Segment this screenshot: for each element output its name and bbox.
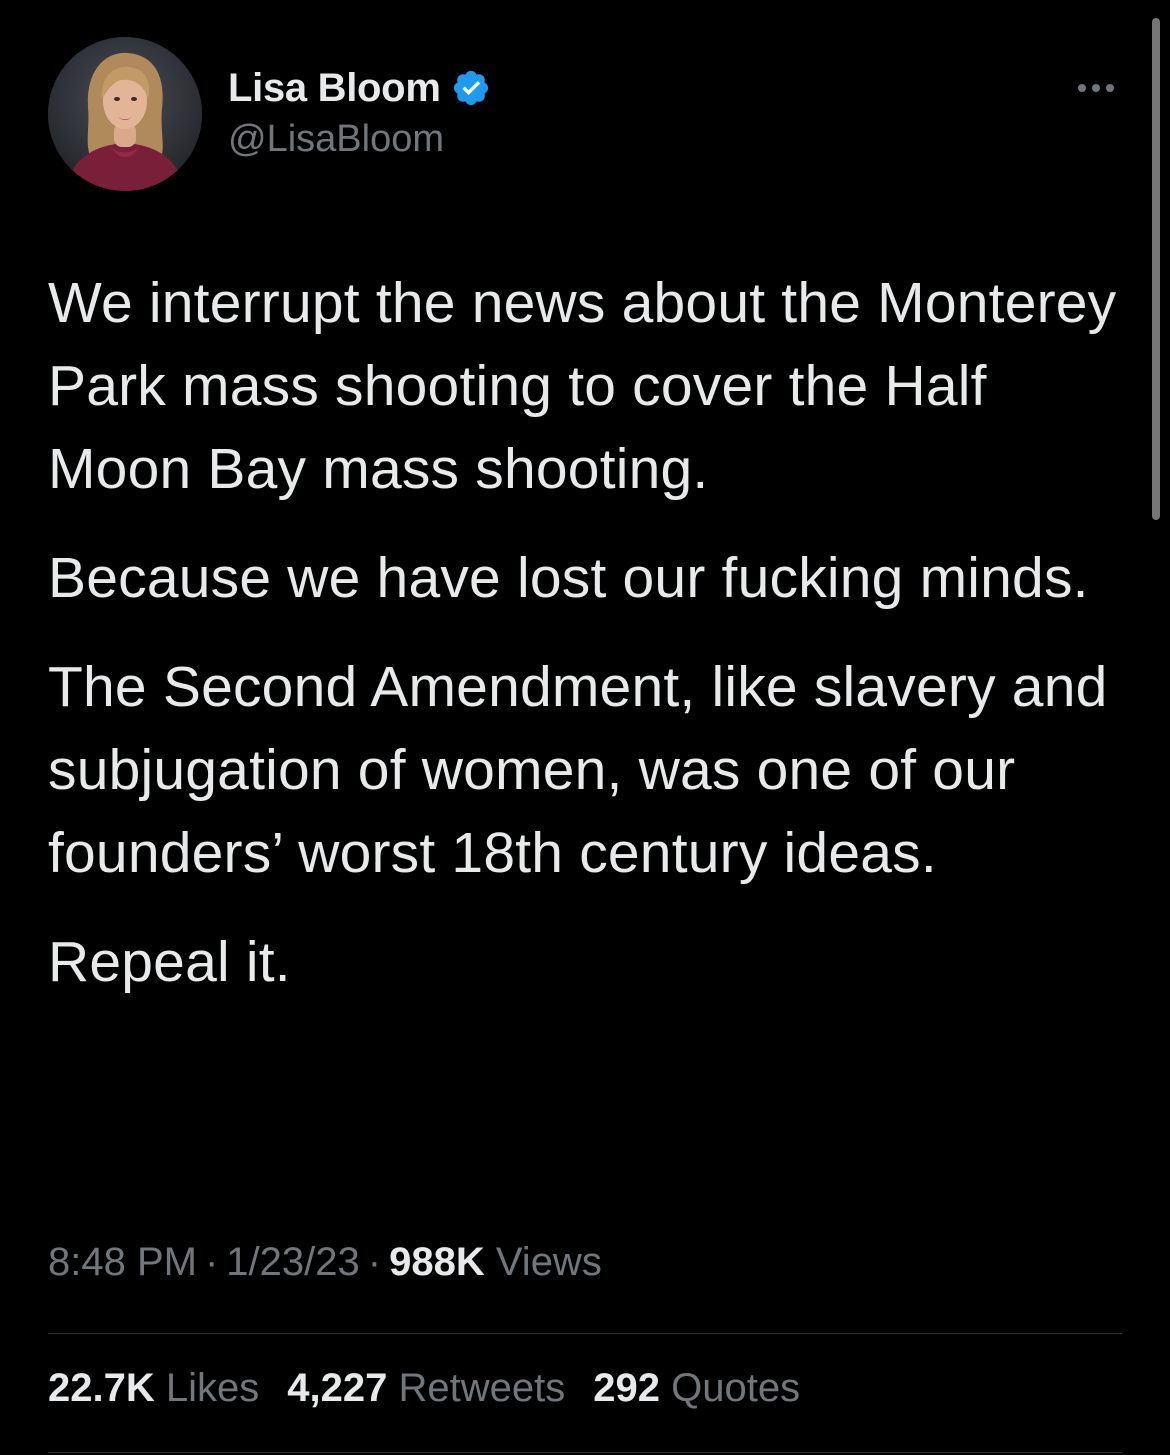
avatar-image [48,37,202,191]
meta-separator: · [367,1240,382,1284]
more-dot [1106,84,1114,92]
likes-stat[interactable]: 22.7K Likes [48,1366,259,1411]
more-dot [1092,84,1100,92]
author-handle[interactable]: @LisaBloom [228,118,444,161]
tweet-paragraph: We interrupt the news about the Monterey… [48,271,1117,501]
retweets-stat[interactable]: 4,227 Retweets [287,1366,565,1411]
tweet-paragraph: Repeal it. [48,930,291,994]
divider [48,1452,1122,1453]
quotes-label: Quotes [671,1366,801,1410]
divider [48,1333,1122,1334]
views-label: Views [495,1240,602,1284]
meta-separator: · [204,1240,219,1284]
more-options-icon[interactable] [1068,70,1124,106]
tweet-paragraph: The Second Amendment, like slavery and s… [48,655,1108,885]
likes-label: Likes [165,1366,260,1410]
tweet-stats: 22.7K Likes 4,227 Retweets 292 Quotes [48,1366,800,1411]
more-dot [1078,84,1086,92]
likes-count: 22.7K [48,1366,155,1410]
retweets-label: Retweets [398,1366,566,1410]
tweet-meta: 8:48 PM · 1/23/23 · 988K Views [48,1240,602,1285]
views-count: 988K [389,1240,485,1284]
tweet-text: We interrupt the news about the Monterey… [48,262,1138,1030]
quotes-count: 292 [593,1366,660,1410]
author-name-row: Lisa Bloom [228,62,491,114]
tweet-time[interactable]: 8:48 PM [48,1240,197,1284]
tweet-paragraph: Because we have lost our fucking minds. [48,546,1089,610]
author-display-name[interactable]: Lisa Bloom [228,66,441,111]
scrollbar[interactable] [1152,18,1160,520]
verified-badge-icon [451,68,491,108]
avatar[interactable] [48,37,202,191]
retweets-count: 4,227 [287,1366,388,1410]
quotes-stat[interactable]: 292 Quotes [593,1366,800,1411]
tweet-detail: Lisa Bloom @LisaBloom We interrupt the n… [0,0,1170,1455]
tweet-date[interactable]: 1/23/23 [226,1240,359,1284]
